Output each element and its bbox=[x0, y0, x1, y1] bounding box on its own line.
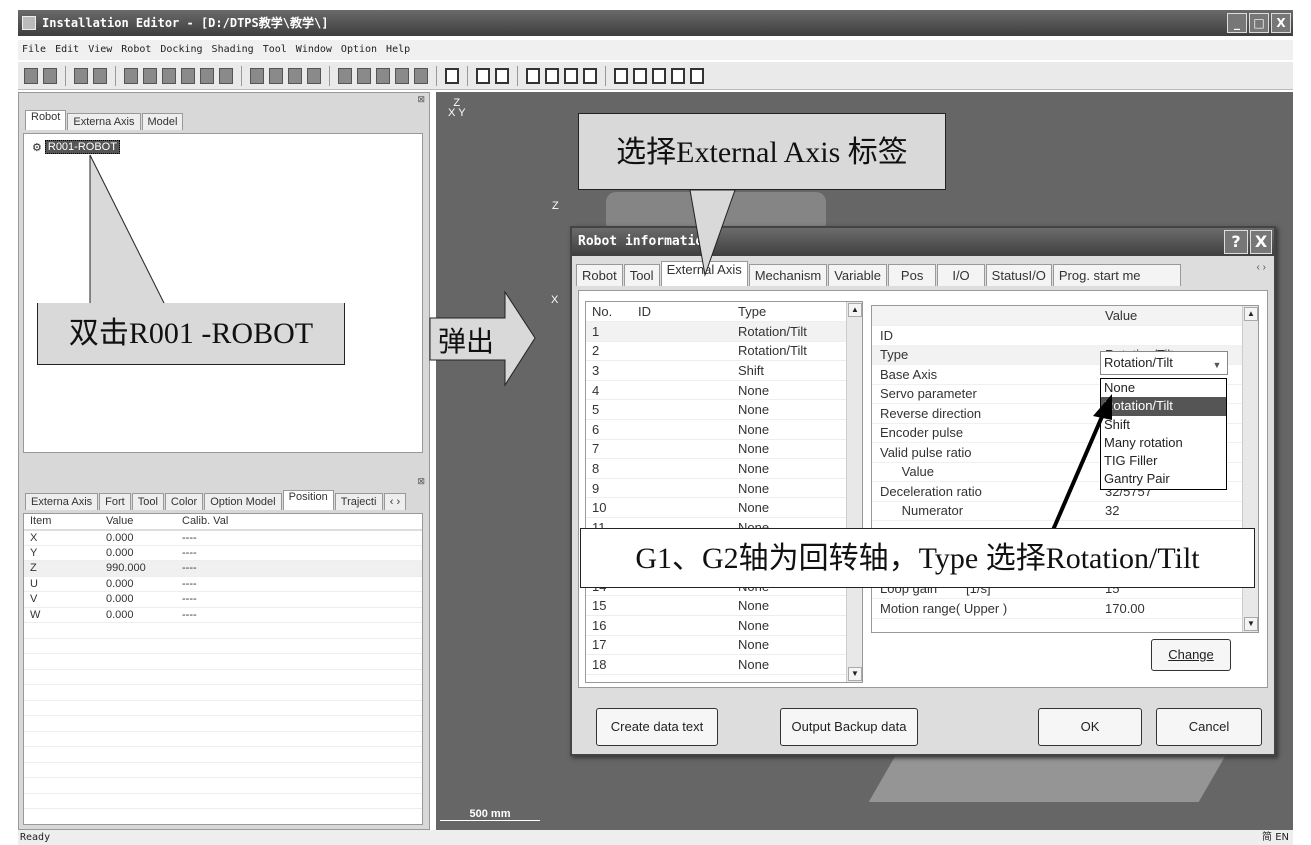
callout-pointer-double-click bbox=[89, 154, 166, 306]
callout-double-click: 双击R001 -ROBOT bbox=[37, 303, 345, 365]
callout-note: G1、G2轴为回转轴，Type 选择Rotation/Tilt bbox=[580, 528, 1255, 588]
callout-pointer-select-tab bbox=[689, 189, 736, 277]
callout-select-tab: 选择External Axis 标签 bbox=[578, 113, 946, 190]
annotation-arrow-line bbox=[1051, 411, 1106, 531]
annotation-arrowhead-icon bbox=[1093, 394, 1112, 420]
callout-popup: 弹出 bbox=[438, 327, 495, 358]
